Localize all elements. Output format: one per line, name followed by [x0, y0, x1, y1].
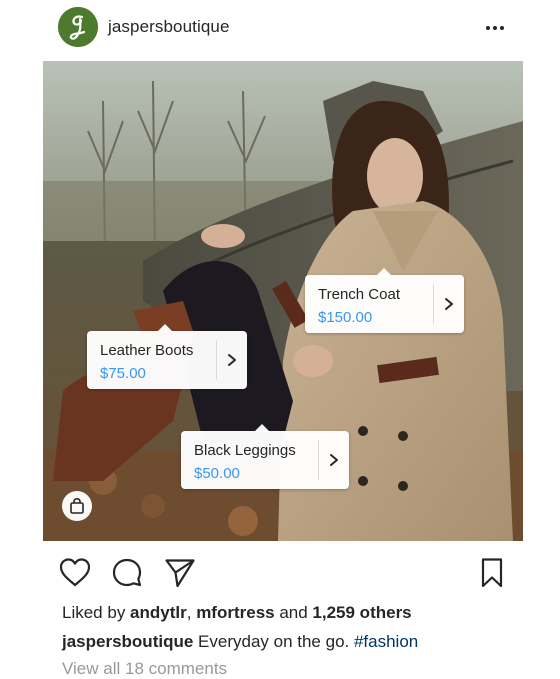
likes-others-count[interactable]: 1,259 others: [312, 603, 411, 622]
product-price: $75.00: [100, 365, 146, 382]
send-icon: [165, 559, 195, 588]
share-button[interactable]: [163, 556, 197, 590]
tag-divider: [216, 340, 217, 380]
comment-icon: [112, 558, 142, 587]
product-name: Trench Coat: [318, 286, 400, 303]
script-j-logo-icon: [58, 7, 98, 47]
liker-username[interactable]: andytlr: [130, 603, 187, 622]
shopping-bag-icon: [70, 497, 84, 514]
tag-divider: [433, 284, 434, 324]
view-comments-link[interactable]: View all 18 comments: [62, 659, 227, 679]
caption-text: Everyday on the go.: [193, 632, 354, 651]
save-button[interactable]: [475, 556, 509, 590]
liker-username[interactable]: mfortress: [196, 603, 274, 622]
chevron-right-icon: [445, 298, 453, 310]
more-horizontal-icon: [486, 26, 504, 30]
tag-pointer: [157, 324, 173, 332]
product-tag-black-leggings[interactable]: Black Leggings $50.00: [181, 424, 349, 489]
likes-prefix: Liked by: [62, 603, 131, 622]
comment-button[interactable]: [110, 556, 144, 590]
post-caption: jaspersboutique Everyday on the go. #fas…: [62, 632, 418, 652]
caption-hashtag[interactable]: #fashion: [354, 632, 418, 651]
chevron-right-icon: [330, 454, 338, 466]
product-tag-leather-boots[interactable]: Leather Boots $75.00: [87, 324, 247, 389]
avatar[interactable]: [58, 7, 98, 47]
post-photo[interactable]: Trench Coat $150.00 Leather Boots $75.00…: [43, 61, 523, 541]
product-name: Black Leggings: [194, 442, 296, 459]
product-price: $50.00: [194, 465, 240, 482]
likes-and: and: [274, 603, 313, 622]
username[interactable]: jaspersboutique: [108, 17, 230, 37]
post-header: jaspersboutique: [0, 0, 560, 58]
product-tag-trench-coat[interactable]: Trench Coat $150.00: [305, 268, 464, 333]
post-actions: [0, 552, 560, 592]
caption-username[interactable]: jaspersboutique: [62, 632, 193, 651]
likes-summary[interactable]: Liked by andytlr, mfortress and 1,259 ot…: [62, 603, 412, 623]
tag-pointer: [376, 268, 392, 276]
heart-icon: [59, 558, 91, 587]
tag-pointer: [254, 424, 270, 432]
shopping-bag-button[interactable]: [62, 491, 92, 521]
chevron-right-icon: [228, 354, 236, 366]
likes-separator: ,: [186, 603, 197, 622]
product-price: $150.00: [318, 309, 373, 326]
tag-divider: [318, 440, 319, 480]
like-button[interactable]: [58, 556, 92, 590]
product-name: Leather Boots: [100, 342, 194, 359]
more-options-button[interactable]: [483, 16, 507, 40]
bookmark-icon: [481, 558, 503, 588]
